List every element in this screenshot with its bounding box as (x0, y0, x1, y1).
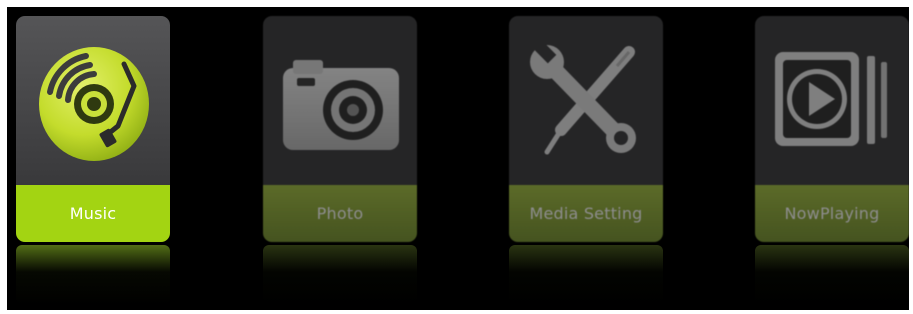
menu-item-music[interactable]: Music (16, 16, 170, 242)
menu-item-photo[interactable]: Photo (263, 16, 417, 242)
tile-reflection (16, 245, 170, 305)
music-disc-icon (39, 47, 149, 161)
menu-item-media-setting[interactable]: Media Setting (509, 16, 663, 242)
tile-icon-area (509, 16, 663, 185)
play-icon (775, 52, 887, 146)
tile-icon-area (16, 16, 170, 185)
menu-item-nowplaying[interactable]: NowPlaying (755, 16, 909, 242)
tile-icon-area (263, 16, 417, 185)
menu-item-label: Photo (263, 185, 417, 242)
tile-icon-area (755, 16, 909, 185)
menu-item-label: Music (16, 185, 170, 242)
menu-item-label: Media Setting (509, 185, 663, 242)
tile-reflection (509, 245, 663, 305)
wrench-screwdriver-icon (530, 40, 636, 155)
menu-item-label: NowPlaying (755, 185, 909, 242)
camera-icon (283, 60, 399, 150)
tile-reflection (755, 245, 909, 305)
tile-reflection (263, 245, 417, 305)
media-menu-screen: Music Photo Media Setting NowPlaying (7, 7, 909, 310)
